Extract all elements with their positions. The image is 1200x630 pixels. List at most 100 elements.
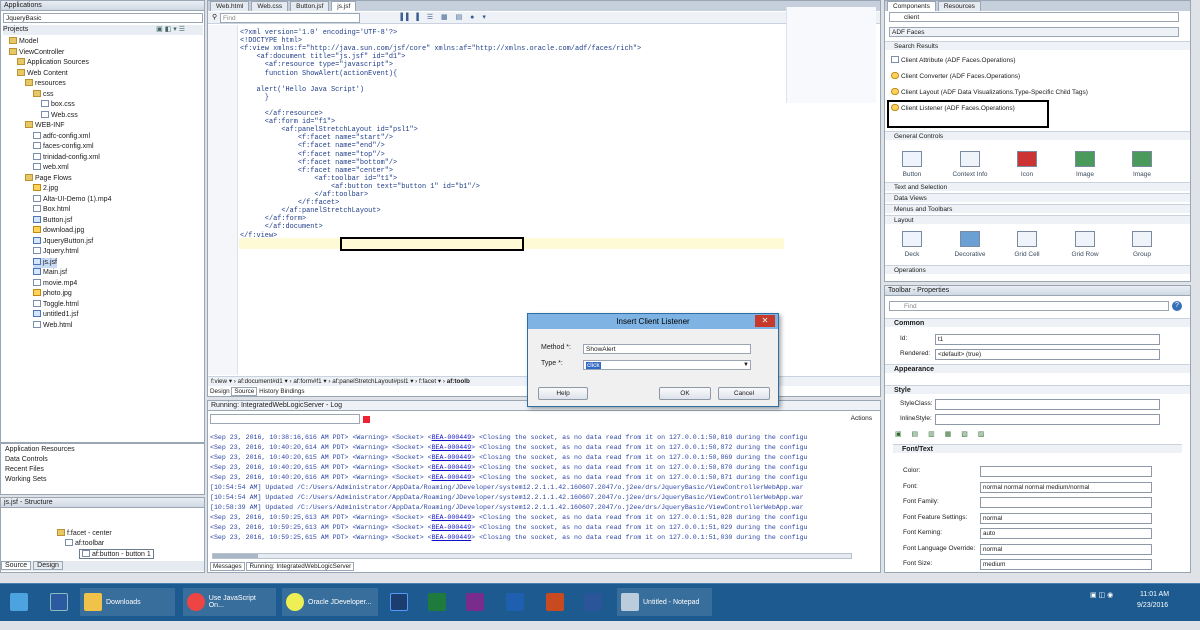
find-input[interactable]: Find — [220, 13, 360, 23]
structure-item-button[interactable]: af:button - button 1 — [79, 549, 154, 559]
tree-item[interactable]: movie.mp4 — [33, 278, 77, 289]
crumb-facet[interactable]: f:facet — [419, 378, 436, 385]
font-prop-input[interactable]: auto — [980, 528, 1152, 539]
tree-item[interactable]: Web Content — [17, 68, 68, 79]
crumb-document[interactable]: af:document#d1 — [238, 378, 283, 385]
editor-toolbar-icons[interactable]: ▐▌▐ ☰ ▦ ▤ ● ▾ — [398, 13, 489, 21]
component-deck[interactable]: Deck — [887, 231, 937, 258]
ok-button[interactable]: OK — [659, 387, 711, 400]
log-link[interactable]: BEA-000449 — [432, 514, 472, 521]
result-client-layout[interactable]: Client Layout (ADF Data Visualizations.T… — [891, 88, 1088, 98]
projects-toolbar-icons[interactable]: ▣ ◧ ▾ ☰ — [156, 25, 185, 35]
code-line[interactable]: function ShowAlert(actionEvent){ — [240, 69, 397, 79]
crumb-toolbar[interactable]: af:toolb — [447, 378, 470, 385]
group-text-selection[interactable]: Text and Selection — [885, 182, 1190, 191]
tree-item[interactable]: untitled1.jsf — [33, 310, 78, 320]
font-prop-input[interactable]: normal — [980, 512, 1152, 524]
cancel-button[interactable]: Cancel — [718, 387, 770, 400]
taskbar-powershell[interactable] — [46, 588, 72, 616]
rendered-select[interactable]: <default> (true) — [935, 349, 1160, 360]
tree-item[interactable]: Toggle.html — [33, 299, 79, 310]
tab-resources[interactable]: Resources — [937, 1, 981, 11]
tree-item[interactable]: web.xml — [33, 163, 69, 173]
taskbar-onenote[interactable] — [462, 588, 488, 616]
component-group[interactable]: Group — [1117, 231, 1167, 258]
log-link[interactable]: BEA-000449 — [432, 444, 472, 451]
stop-icon[interactable] — [363, 416, 370, 423]
taskbar-outlook[interactable] — [502, 588, 528, 616]
type-select[interactable]: click ▼ — [583, 360, 751, 370]
tree-item[interactable]: Main.jsf — [33, 268, 67, 278]
structure-item-facet[interactable]: f:facet - center — [57, 529, 112, 539]
start-button[interactable] — [6, 588, 32, 616]
structure-item-toolbar[interactable]: af:toolbar — [65, 539, 104, 549]
tree-item[interactable]: 2.jpg — [33, 184, 58, 194]
taskbar-jdeveloper[interactable]: Oracle JDeveloper... — [282, 588, 378, 616]
tree-item[interactable]: photo.jpg — [33, 289, 72, 299]
tree-item[interactable]: JqueryButton.jsf — [33, 236, 93, 247]
common-section[interactable]: Common — [885, 318, 1190, 327]
font-prop-input[interactable] — [980, 497, 1152, 508]
log-scrollbar[interactable] — [212, 553, 852, 559]
crumb-panel[interactable]: af:panelStretchLayout#psl1 — [332, 378, 408, 385]
tree-item[interactable]: Page Flows — [25, 173, 72, 184]
log-link[interactable]: BEA-000449 — [432, 434, 472, 441]
tab-bindings[interactable]: Bindings — [280, 388, 304, 395]
tree-item[interactable]: Button.jsf — [33, 215, 72, 226]
tree-item[interactable]: box.css — [41, 100, 75, 110]
code-line[interactable]: </f:view> — [240, 231, 277, 241]
search-results-header[interactable]: Search Results — [885, 41, 1190, 50]
close-icon[interactable]: ✕ — [755, 315, 775, 327]
taskbar-powerpoint[interactable] — [542, 588, 568, 616]
components-search-input[interactable]: client — [889, 12, 1179, 22]
tree-item[interactable]: Web.css — [41, 110, 78, 121]
library-select[interactable]: ADF Faces — [889, 27, 1179, 37]
id-input[interactable]: t1 — [935, 334, 1160, 345]
tree-item[interactable]: adfc-config.xml — [33, 131, 90, 142]
tree-item[interactable]: ViewController — [9, 47, 64, 58]
tab-js-jsf[interactable]: js.jsf — [331, 1, 357, 11]
tree-item[interactable]: Alta-UI-Demo (1).mp4 — [33, 194, 111, 205]
clock-time[interactable]: 11:01 AM — [1140, 591, 1169, 598]
general-controls-header[interactable]: General Controls — [885, 131, 1190, 140]
section-working-sets[interactable]: Working Sets — [5, 475, 47, 485]
font-prop-input[interactable]: normal normal normal medium/normal — [980, 481, 1152, 493]
inlinestyle-input[interactable] — [935, 414, 1160, 425]
style-section[interactable]: Style — [885, 385, 1190, 394]
clock-date[interactable]: 9/23/2016 — [1137, 602, 1168, 609]
component-icon[interactable]: Icon — [1002, 151, 1052, 178]
tab-design-view[interactable]: Design — [210, 388, 230, 395]
tree-item[interactable]: faces-config.xml — [33, 142, 94, 152]
appearance-section[interactable]: Appearance — [885, 364, 1190, 373]
tab-messages[interactable]: Messages — [210, 562, 245, 571]
tab-running-server[interactable]: Running: IntegratedWebLogicServer — [246, 562, 355, 571]
font-prop-input[interactable] — [980, 466, 1152, 477]
tree-item[interactable]: Box.html — [33, 205, 70, 215]
component-image-link[interactable]: Image — [1117, 151, 1167, 178]
component-context-info[interactable]: Context Info — [945, 151, 995, 178]
log-link[interactable]: BEA-000449 — [432, 454, 472, 461]
tab-history[interactable]: History — [259, 388, 279, 395]
log-link[interactable]: BEA-000449 — [432, 464, 472, 471]
component-decorative[interactable]: Decorative — [945, 231, 995, 258]
taskbar-downloads[interactable]: Downloads — [80, 588, 175, 616]
tree-item[interactable]: download.jpg — [33, 226, 84, 236]
styleclass-input[interactable] — [935, 399, 1160, 410]
tree-item[interactable]: Application Sources — [17, 58, 89, 68]
group-layout[interactable]: Layout — [885, 215, 1190, 224]
log-actions-menu[interactable]: Actions — [851, 415, 872, 422]
group-menus-toolbars[interactable]: Menus and Toolbars — [885, 204, 1190, 213]
log-link[interactable]: BEA-000449 — [432, 534, 472, 541]
method-input[interactable]: ShowAlert — [583, 344, 751, 354]
section-recent-files[interactable]: Recent Files — [5, 465, 44, 475]
group-operations[interactable]: Operations — [885, 265, 1190, 274]
log-output[interactable]: <Sep 23, 2016, 10:38:16,616 AM PDT> <War… — [210, 433, 870, 545]
tree-item[interactable]: resources — [25, 79, 66, 89]
tree-item[interactable]: trinidad-config.xml — [33, 152, 100, 163]
system-tray[interactable]: ▣ ◫ ◉ — [1090, 591, 1113, 599]
font-prop-input[interactable]: medium — [980, 559, 1152, 570]
component-image[interactable]: Image — [1060, 151, 1110, 178]
tab-source[interactable]: Source — [1, 561, 32, 570]
font-prop-input[interactable]: normal — [980, 543, 1152, 555]
tab-components[interactable]: Components — [887, 1, 936, 11]
